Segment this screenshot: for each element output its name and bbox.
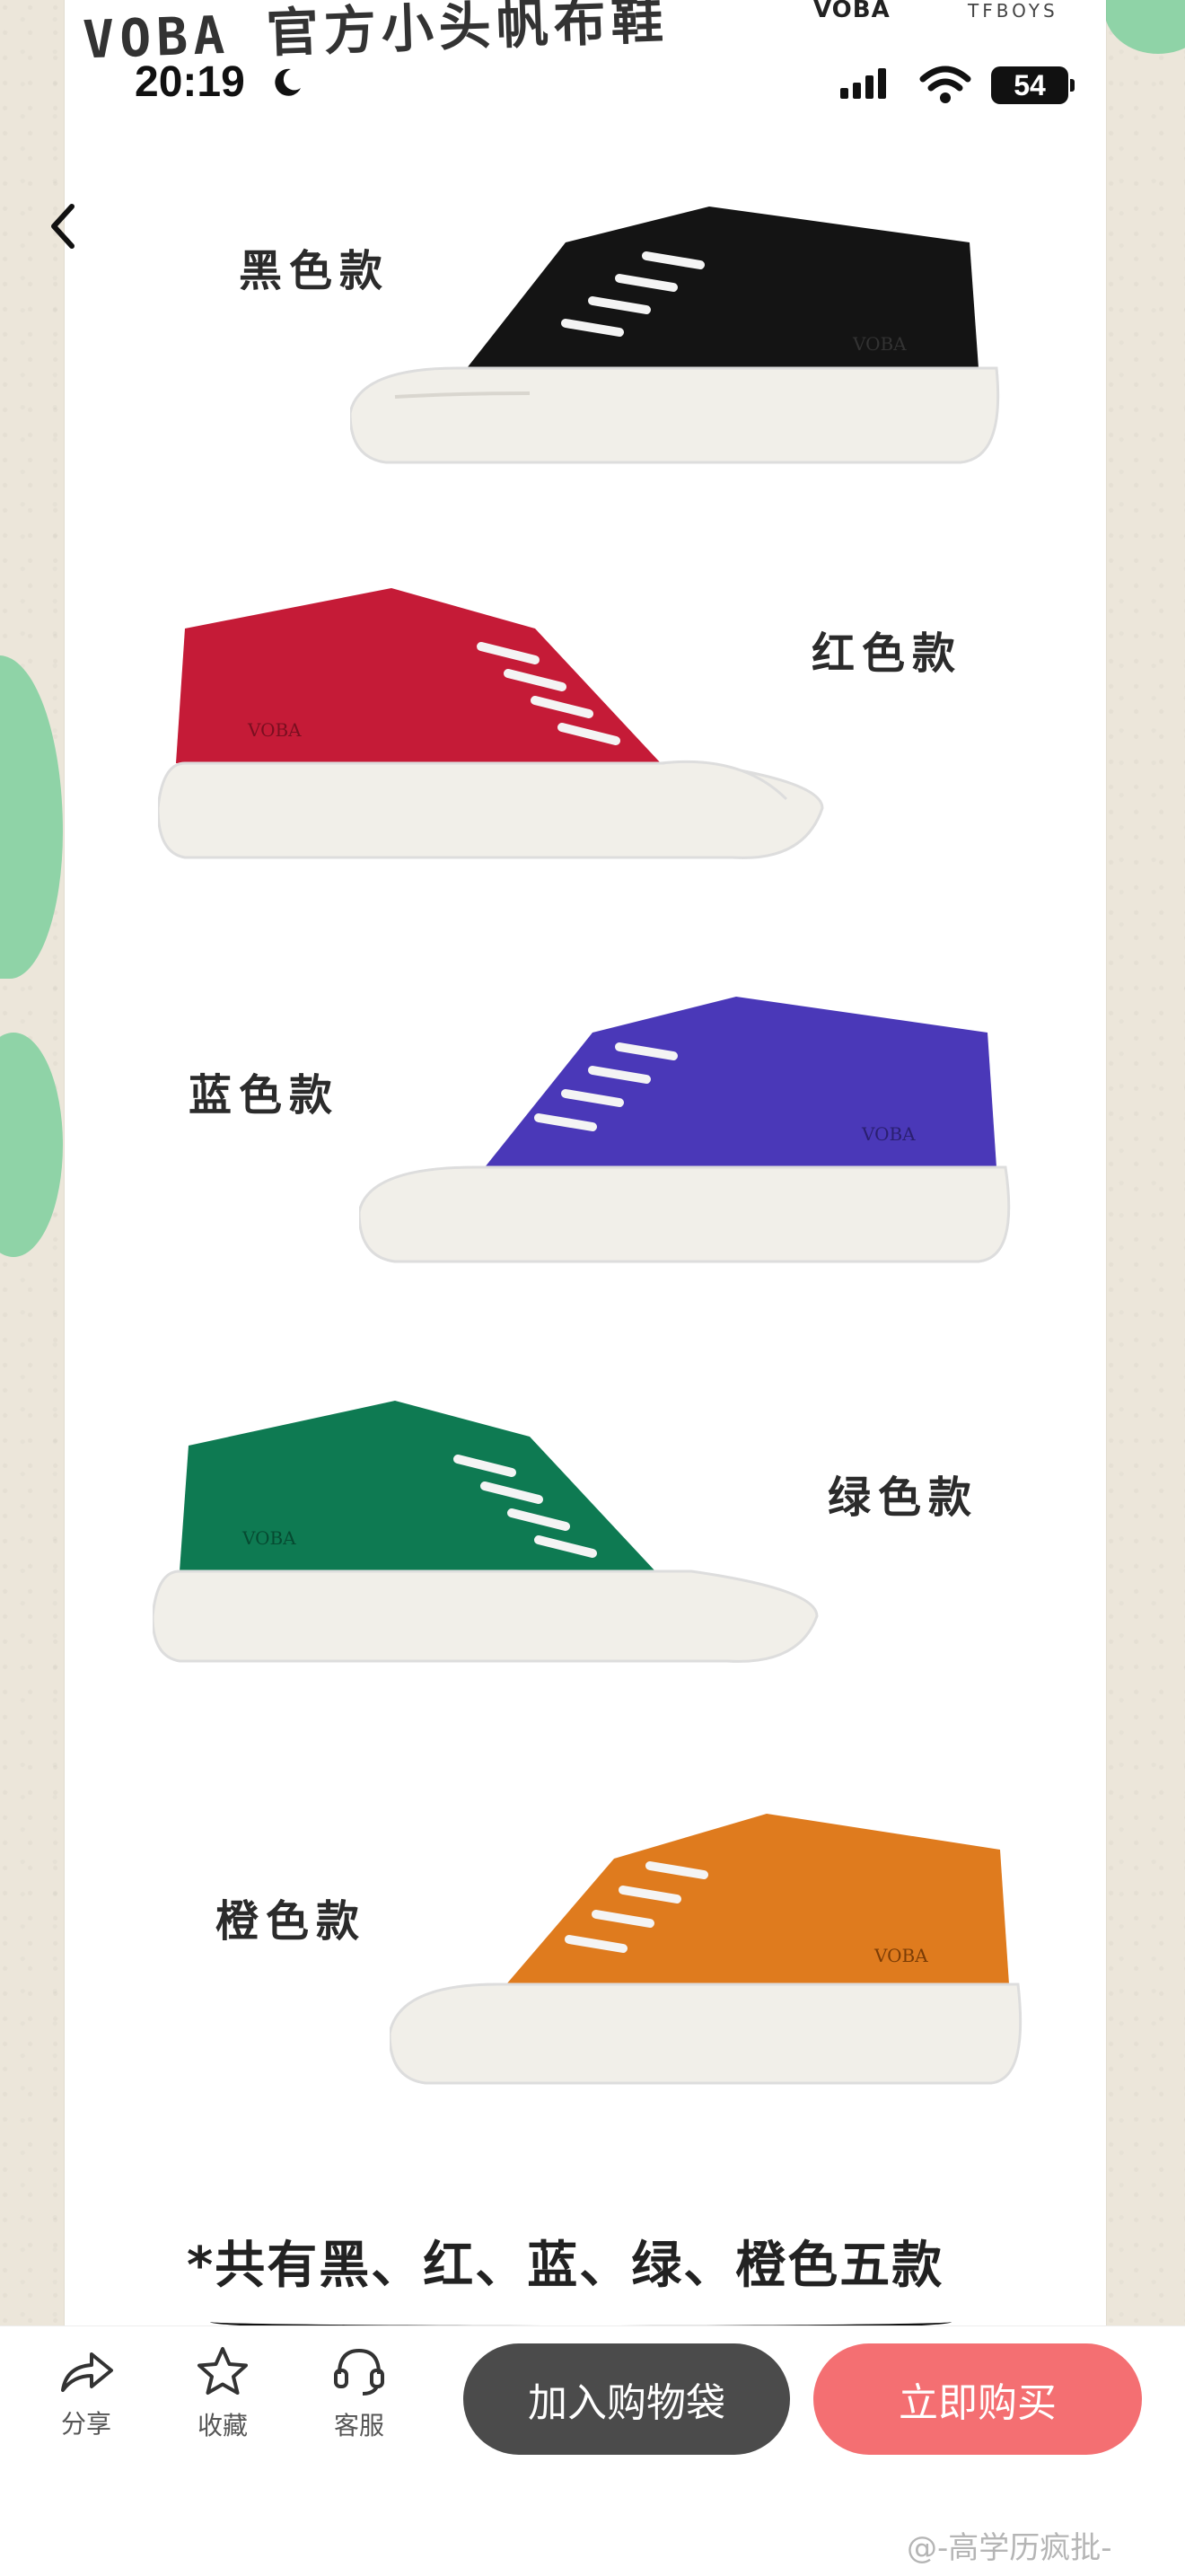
wifi-icon xyxy=(919,66,971,103)
shoe-image-green[interactable]: VOBA xyxy=(153,1392,826,1670)
service-label: 客服 xyxy=(333,2411,384,2440)
color-count-footnote: *共有黑、红、蓝、绿、橙色五款 xyxy=(187,2237,944,2295)
battery-indicator: 54 xyxy=(991,66,1068,104)
share-icon xyxy=(61,2352,113,2392)
product-label-green: 绿色款 xyxy=(828,1473,979,1523)
back-arrow-icon[interactable] xyxy=(43,199,88,253)
shoe-image-blue[interactable]: VOBA xyxy=(359,988,1023,1275)
favorite-button[interactable]: 收藏 xyxy=(178,2345,268,2442)
shoe-image-orange[interactable]: VOBA xyxy=(390,1805,1029,2101)
cellular-signal-icon xyxy=(840,68,891,99)
add-to-cart-button[interactable]: 加入购物袋 xyxy=(463,2343,790,2455)
shoe-image-black[interactable]: VOBA xyxy=(350,189,1005,476)
product-label-orange: 橙色款 xyxy=(215,1896,367,1947)
share-button[interactable]: 分享 xyxy=(41,2345,131,2440)
favorite-label: 收藏 xyxy=(197,2411,248,2440)
shoe-image-red[interactable]: VOBA xyxy=(158,575,840,871)
star-icon xyxy=(198,2347,248,2395)
shoe-brand-mark-red: VOBA xyxy=(247,719,302,741)
weibo-watermark: @-高学历疯批- xyxy=(907,2530,1112,2566)
shoe-brand-mark-orange: VOBA xyxy=(873,1945,928,1966)
buy-now-button[interactable]: 立即购买 xyxy=(813,2343,1142,2455)
shoe-brand-mark-green: VOBA xyxy=(241,1527,296,1549)
headset-icon xyxy=(334,2348,384,2396)
share-label: 分享 xyxy=(60,2409,111,2439)
shoe-brand-mark-blue: VOBA xyxy=(861,1123,916,1145)
moon-icon xyxy=(275,68,301,96)
status-time: 20:19 xyxy=(135,58,245,106)
customer-service-button[interactable]: 客服 xyxy=(314,2345,404,2442)
brand-voba: VOBA xyxy=(813,0,891,23)
product-label-blue: 蓝色款 xyxy=(189,1070,340,1121)
shoe-brand-mark-black: VOBA xyxy=(852,333,907,355)
brand-tfboys: TFBOYS xyxy=(968,0,1058,22)
battery-tip xyxy=(1070,79,1075,92)
